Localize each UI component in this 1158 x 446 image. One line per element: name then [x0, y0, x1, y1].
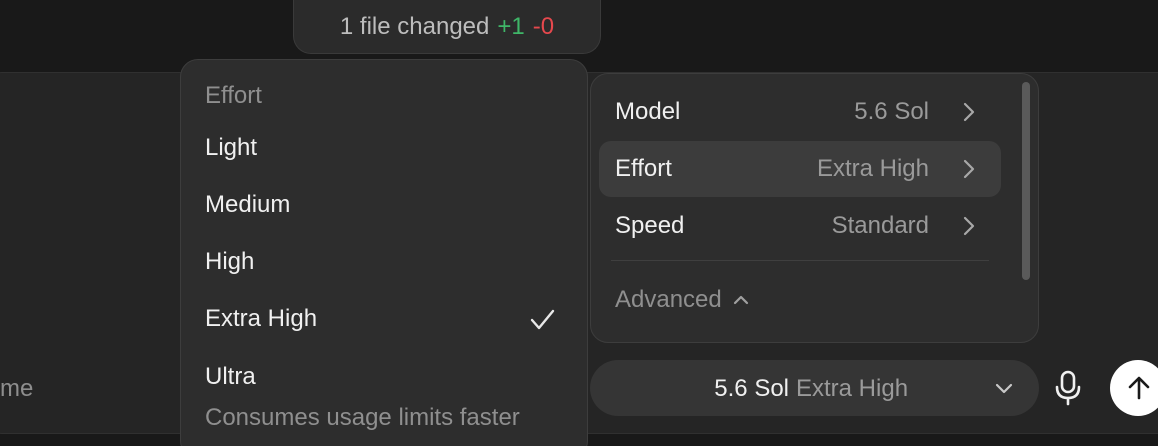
- effort-option-extra-high[interactable]: Extra High: [189, 295, 579, 345]
- settings-scrollbar[interactable]: [1022, 82, 1030, 280]
- setting-value: Standard: [831, 212, 929, 239]
- files-changed-label: 1 file changed: [339, 12, 490, 40]
- effort-option-high[interactable]: High: [189, 238, 579, 288]
- effort-option-label: Extra High: [205, 305, 318, 332]
- deletions-count: -0: [532, 12, 555, 40]
- chevron-right-icon: [963, 102, 975, 122]
- setting-name: Effort: [615, 155, 672, 182]
- selected-effort: Extra High: [796, 375, 909, 402]
- settings-row-speed[interactable]: Speed Standard: [599, 198, 1001, 254]
- effort-option-label: Medium: [205, 191, 291, 218]
- setting-value: Extra High: [816, 155, 929, 182]
- chevron-down-icon: [995, 383, 1013, 394]
- effort-menu-header: Effort: [205, 82, 262, 109]
- chevron-right-icon: [963, 159, 975, 179]
- setting-name: Speed: [615, 212, 685, 239]
- checkmark-icon: [530, 309, 555, 330]
- microphone-icon[interactable]: [1050, 368, 1086, 408]
- effort-option-ultra[interactable]: Ultra Consumes usage limits faster: [189, 353, 579, 433]
- effort-option-label: Ultra: [205, 363, 256, 390]
- files-changed-pill[interactable]: 1 file changed +1 -0: [293, 0, 601, 54]
- chevron-right-icon: [963, 216, 975, 236]
- model-selector-button[interactable]: 5.6 Sol Extra High: [590, 360, 1039, 416]
- send-button[interactable]: [1110, 360, 1158, 416]
- effort-option-label: Light: [205, 134, 258, 161]
- setting-value: 5.6 Sol: [854, 98, 929, 125]
- settings-divider: [611, 260, 989, 261]
- effort-option-medium[interactable]: Medium: [189, 181, 579, 231]
- effort-option-light[interactable]: Light: [189, 124, 579, 174]
- composer-placeholder-fragment: me: [0, 375, 34, 402]
- chevron-up-icon: [733, 295, 748, 305]
- effort-option-label: High: [205, 248, 255, 275]
- chat-composer-screen: me 1 file changed +1 -0 Effort Light Med…: [0, 0, 1158, 446]
- effort-option-description: Consumes usage limits faster: [205, 404, 520, 431]
- effort-dropdown-menu: Effort Light Medium High Extra High Ultr…: [180, 59, 588, 446]
- advanced-label: Advanced: [615, 286, 722, 313]
- settings-row-effort[interactable]: Effort Extra High: [599, 141, 1001, 197]
- arrow-up-icon: [1128, 376, 1150, 400]
- advanced-toggle[interactable]: Advanced: [615, 286, 750, 314]
- settings-row-model[interactable]: Model 5.6 Sol: [599, 84, 1001, 140]
- selected-model: 5.6 Sol: [714, 375, 789, 402]
- additions-count: +1: [497, 12, 525, 40]
- setting-name: Model: [615, 98, 681, 125]
- model-settings-panel: Model 5.6 Sol Effort Extra High Speed St…: [590, 73, 1039, 343]
